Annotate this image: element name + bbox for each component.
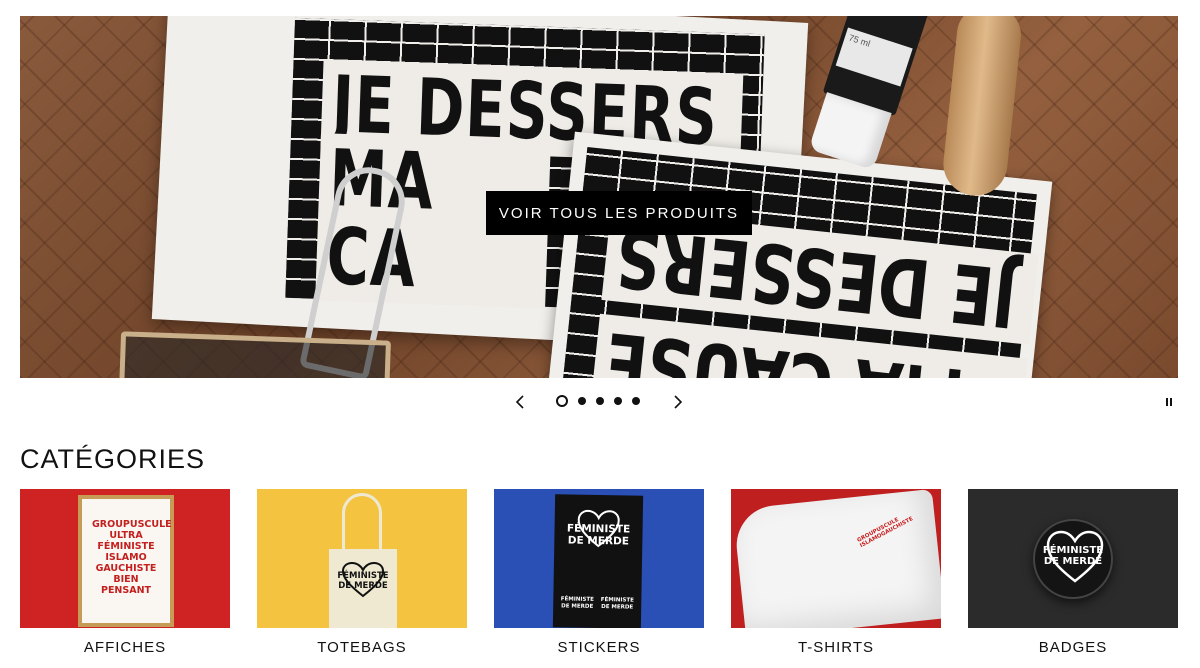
category-card-badges[interactable]: FÉMINISTE DE MERDE BADGES [968,489,1178,668]
category-image-stickers[interactable]: FÉMINISTE DE MERDE FÉMINISTE DE MERDE FÉ… [494,489,704,628]
brayer-handle [940,16,1024,199]
slider-dot-1[interactable] [556,395,568,407]
poster-text: GROUPUSCULE ULTRA FÉMINISTE ISLAMO GAUCH… [92,519,172,596]
tshirt-print-text: GROUPUSCULE ISLAMOGAUCHISTE [856,516,915,550]
slider-dots [556,395,640,407]
category-label[interactable]: AFFICHES [20,639,230,656]
category-image-tshirts[interactable]: GROUPUSCULE ISLAMOGAUCHISTE [731,489,941,628]
sticker-text: FÉMINISTE DE MERDE [566,522,631,548]
chevron-right-icon[interactable] [668,392,688,412]
badge-text: FÉMINISTE DE MERDE [1042,545,1104,567]
hero-slide: JE DESSERS MA CA JE DESSERS MA CAUSE 75 … [20,16,1178,378]
ink-tube: 75 ml [791,16,944,186]
category-label[interactable]: BADGES [968,639,1178,656]
category-card-stickers[interactable]: FÉMINISTE DE MERDE FÉMINISTE DE MERDE FÉ… [494,489,704,668]
slider-dot-5[interactable] [632,397,640,405]
slider-dot-4[interactable] [614,397,622,405]
category-card-totebags[interactable]: FÉMINISTE DE MERDE TOTEBAGS [257,489,467,668]
totebag-text: FÉMINISTE DE MERDE [337,571,389,591]
sticker-mini-text: FÉMINISTE DE MERDE [600,597,634,611]
slider-controls [0,388,1200,416]
sticker-mini-text: FÉMINISTE DE MERDE [560,596,594,610]
category-card-affiches[interactable]: GROUPUSCULE ULTRA FÉMINISTE ISLAMO GAUCH… [20,489,230,668]
categories-title: CATÉGORIES [20,444,206,474]
view-all-products-button[interactable]: VOIR TOUS LES PRODUITS [486,191,752,235]
category-image-totebags[interactable]: FÉMINISTE DE MERDE [257,489,467,628]
category-label[interactable]: TOTEBAGS [257,639,467,656]
chevron-left-icon[interactable] [510,392,530,412]
category-label[interactable]: T-SHIRTS [731,639,941,656]
categories-grid: GROUPUSCULE ULTRA FÉMINISTE ISLAMO GAUCH… [20,489,1180,668]
category-label[interactable]: STICKERS [494,639,704,656]
slider-dot-2[interactable] [578,397,586,405]
pause-icon[interactable] [1166,398,1174,408]
slider-dot-3[interactable] [596,397,604,405]
category-image-affiches[interactable]: GROUPUSCULE ULTRA FÉMINISTE ISLAMO GAUCH… [20,489,230,628]
category-image-badges[interactable]: FÉMINISTE DE MERDE [968,489,1178,628]
category-card-tshirts[interactable]: GROUPUSCULE ISLAMOGAUCHISTE T-SHIRTS [731,489,941,668]
